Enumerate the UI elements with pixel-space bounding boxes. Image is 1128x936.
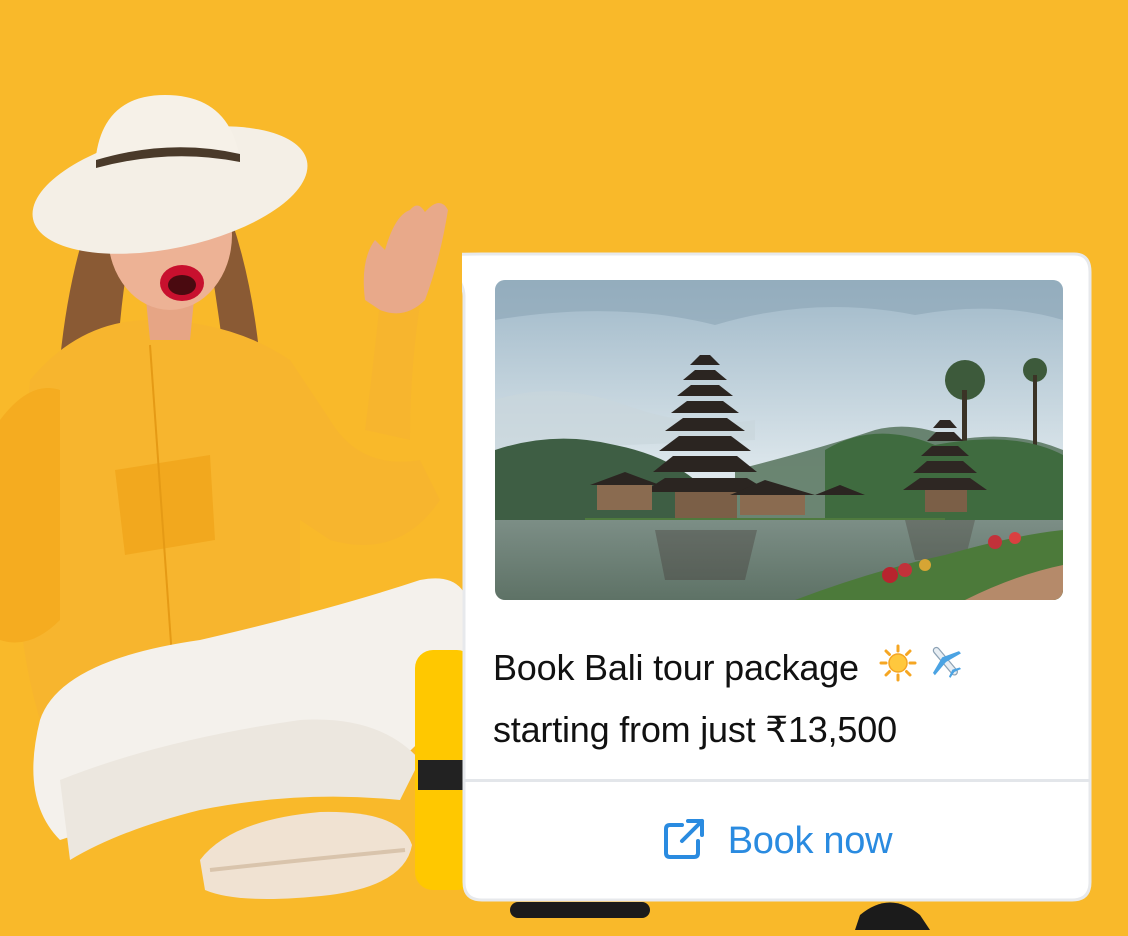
bali-temple-photo bbox=[495, 280, 1063, 600]
caption-line-2: starting from just ₹13,500 bbox=[493, 709, 897, 751]
external-link-icon bbox=[662, 817, 706, 866]
book-now-label: Book now bbox=[727, 819, 893, 862]
airplane-icon bbox=[925, 640, 967, 700]
caption-line-1: Book Bali tour package bbox=[493, 638, 1053, 700]
sun-icon bbox=[879, 640, 917, 700]
caption-line-1-text: Book Bali tour package bbox=[493, 647, 859, 688]
book-now-button[interactable]: Book now bbox=[464, 782, 1090, 900]
promo-caption: Book Bali tour package starting from jus… bbox=[493, 638, 1053, 760]
promo-card: Book Bali tour package starting from jus… bbox=[462, 252, 1092, 902]
